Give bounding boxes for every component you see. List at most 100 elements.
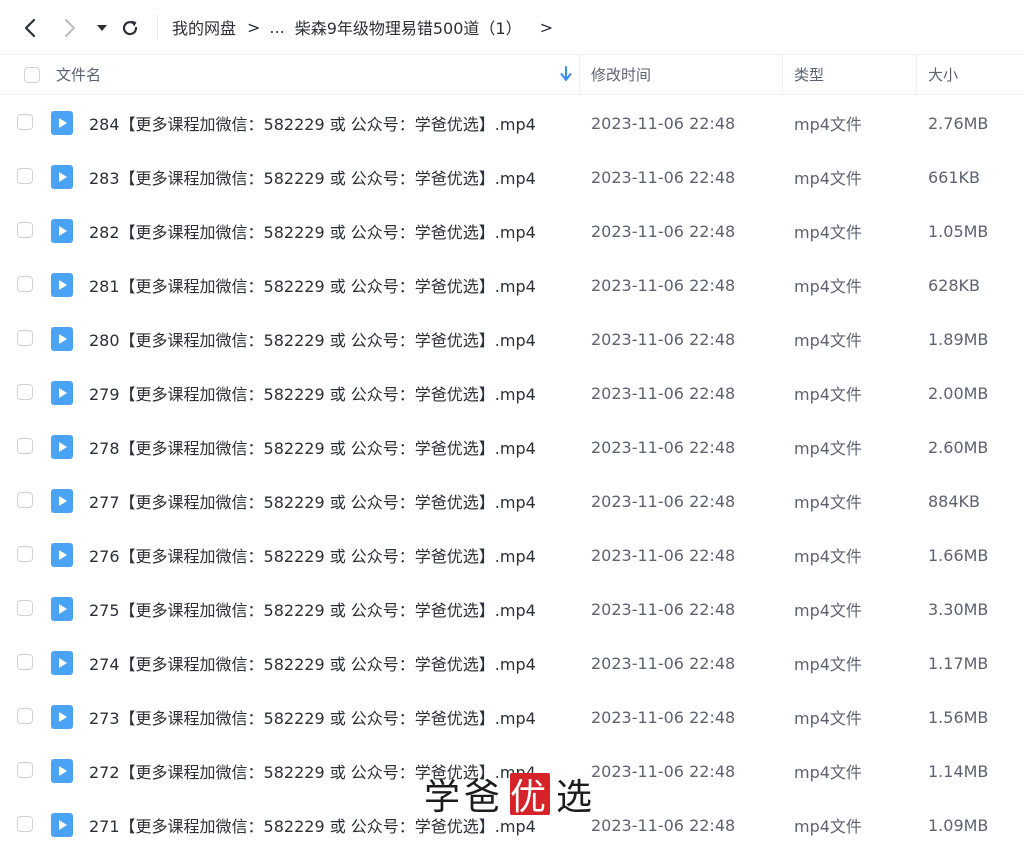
file-row[interactable]: 282【更多课程加微信：582229 或 公众号：学爸优选】.mp4 2023-…	[0, 204, 1024, 258]
file-modified-date: 2023-11-06 22:48	[591, 545, 736, 565]
file-name[interactable]: 278【更多课程加微信：582229 或 公众号：学爸优选】.mp4	[89, 420, 536, 474]
file-row[interactable]: 275【更多课程加微信：582229 或 公众号：学爸优选】.mp4 2023-…	[0, 582, 1024, 636]
file-name[interactable]: 282【更多课程加微信：582229 或 公众号：学爸优选】.mp4	[89, 204, 536, 258]
breadcrumb-separator: >	[247, 17, 261, 37]
file-size: 1.66MB	[928, 545, 989, 565]
file-size: 1.14MB	[928, 761, 989, 781]
file-name[interactable]: 275【更多课程加微信：582229 或 公众号：学爸优选】.mp4	[89, 582, 536, 636]
file-modified-date: 2023-11-06 22:48	[591, 815, 736, 835]
file-size: 628KB	[928, 275, 981, 295]
file-type: mp4文件	[794, 439, 862, 458]
file-row[interactable]: 278【更多课程加微信：582229 或 公众号：学爸优选】.mp4 2023-…	[0, 420, 1024, 474]
row-checkbox[interactable]	[17, 546, 33, 562]
video-file-icon	[51, 273, 73, 301]
row-checkbox[interactable]	[17, 384, 33, 400]
file-modified-date: 2023-11-06 22:48	[591, 707, 736, 727]
file-type: mp4文件	[794, 817, 862, 836]
row-checkbox[interactable]	[17, 654, 33, 670]
file-size: 2.76MB	[928, 113, 989, 133]
header-divider[interactable]	[782, 55, 783, 94]
video-file-icon	[51, 435, 73, 463]
header-name[interactable]: 文件名	[56, 55, 101, 94]
video-file-icon	[51, 111, 73, 139]
row-checkbox[interactable]	[17, 168, 33, 184]
file-name[interactable]: 271【更多课程加微信：582229 或 公众号：学爸优选】.mp4	[89, 798, 536, 852]
file-name[interactable]: 281【更多课程加微信：582229 或 公众号：学爸优选】.mp4	[89, 258, 536, 312]
file-name[interactable]: 277【更多课程加微信：582229 或 公众号：学爸优选】.mp4	[89, 474, 536, 528]
file-name[interactable]: 273【更多课程加微信：582229 或 公众号：学爸优选】.mp4	[89, 690, 536, 744]
file-list: 284【更多课程加微信：582229 或 公众号：学爸优选】.mp4 2023-…	[0, 96, 1024, 852]
file-row[interactable]: 281【更多课程加微信：582229 或 公众号：学爸优选】.mp4 2023-…	[0, 258, 1024, 312]
file-modified-date: 2023-11-06 22:48	[591, 167, 736, 187]
row-checkbox[interactable]	[17, 330, 33, 346]
file-name[interactable]: 283【更多课程加微信：582229 或 公众号：学爸优选】.mp4	[89, 150, 536, 204]
file-row[interactable]: 274【更多课程加微信：582229 或 公众号：学爸优选】.mp4 2023-…	[0, 636, 1024, 690]
file-modified-date: 2023-11-06 22:48	[591, 761, 736, 781]
file-name[interactable]: 279【更多课程加微信：582229 或 公众号：学爸优选】.mp4	[89, 366, 536, 420]
file-type: mp4文件	[794, 277, 862, 296]
file-type: mp4文件	[794, 547, 862, 566]
row-checkbox[interactable]	[17, 708, 33, 724]
breadcrumb-current[interactable]: 柴森9年级物理易错500道（1）	[295, 15, 522, 39]
file-modified-date: 2023-11-06 22:48	[591, 275, 736, 295]
history-dropdown-icon[interactable]	[92, 14, 112, 42]
file-modified-date: 2023-11-06 22:48	[591, 113, 736, 133]
file-type: mp4文件	[794, 385, 862, 404]
header-size[interactable]: 大小	[928, 55, 958, 94]
file-type: mp4文件	[794, 115, 862, 134]
file-modified-date: 2023-11-06 22:48	[591, 383, 736, 403]
breadcrumb-expand-icon[interactable]: >	[540, 18, 553, 37]
video-file-icon	[51, 705, 73, 733]
back-icon[interactable]	[16, 14, 44, 42]
file-row[interactable]: 271【更多课程加微信：582229 或 公众号：学爸优选】.mp4 2023-…	[0, 798, 1024, 852]
file-modified-date: 2023-11-06 22:48	[591, 221, 736, 241]
file-row[interactable]: 276【更多课程加微信：582229 或 公众号：学爸优选】.mp4 2023-…	[0, 528, 1024, 582]
file-row[interactable]: 283【更多课程加微信：582229 或 公众号：学爸优选】.mp4 2023-…	[0, 150, 1024, 204]
refresh-icon[interactable]	[116, 14, 144, 42]
file-modified-date: 2023-11-06 22:48	[591, 653, 736, 673]
video-file-icon	[51, 489, 73, 517]
header-divider[interactable]	[916, 55, 917, 94]
file-row[interactable]: 273【更多课程加微信：582229 或 公众号：学爸优选】.mp4 2023-…	[0, 690, 1024, 744]
toolbar: 我的网盘 > ... 柴森9年级物理易错500道（1） >	[0, 0, 1024, 54]
sort-down-icon[interactable]	[560, 66, 572, 86]
header-modified[interactable]: 修改时间	[591, 55, 651, 94]
file-row[interactable]: 280【更多课程加微信：582229 或 公众号：学爸优选】.mp4 2023-…	[0, 312, 1024, 366]
file-row[interactable]: 279【更多课程加微信：582229 或 公众号：学爸优选】.mp4 2023-…	[0, 366, 1024, 420]
checkbox[interactable]	[24, 66, 40, 83]
header-type[interactable]: 类型	[794, 55, 824, 94]
file-modified-date: 2023-11-06 22:48	[591, 329, 736, 349]
row-checkbox[interactable]	[17, 222, 33, 238]
file-size: 2.60MB	[928, 437, 989, 457]
file-row[interactable]: 277【更多课程加微信：582229 或 公众号：学爸优选】.mp4 2023-…	[0, 474, 1024, 528]
breadcrumb-root[interactable]: 我的网盘	[172, 15, 236, 39]
file-name[interactable]: 284【更多课程加微信：582229 或 公众号：学爸优选】.mp4	[89, 96, 536, 150]
row-checkbox[interactable]	[17, 816, 33, 832]
file-row[interactable]: 284【更多课程加微信：582229 或 公众号：学爸优选】.mp4 2023-…	[0, 96, 1024, 150]
video-file-icon	[51, 543, 73, 571]
select-all-checkbox[interactable]	[24, 55, 40, 94]
file-row[interactable]: 272【更多课程加微信：582229 或 公众号：学爸优选】.mp4 2023-…	[0, 744, 1024, 798]
row-checkbox[interactable]	[17, 114, 33, 130]
video-file-icon	[51, 759, 73, 787]
file-name[interactable]: 272【更多课程加微信：582229 或 公众号：学爸优选】.mp4	[89, 744, 536, 798]
row-checkbox[interactable]	[17, 276, 33, 292]
file-size: 1.56MB	[928, 707, 989, 727]
row-checkbox[interactable]	[17, 600, 33, 616]
file-type: mp4文件	[794, 709, 862, 728]
video-file-icon	[51, 381, 73, 409]
row-checkbox[interactable]	[17, 762, 33, 778]
breadcrumb-ellipsis[interactable]: ...	[269, 18, 284, 37]
header-divider[interactable]	[579, 55, 580, 94]
forward-icon[interactable]	[56, 14, 84, 42]
file-type: mp4文件	[794, 763, 862, 782]
video-file-icon	[51, 327, 73, 355]
video-file-icon	[51, 165, 73, 193]
file-name[interactable]: 274【更多课程加微信：582229 或 公众号：学爸优选】.mp4	[89, 636, 536, 690]
file-size: 661KB	[928, 167, 981, 187]
file-name[interactable]: 276【更多课程加微信：582229 或 公众号：学爸优选】.mp4	[89, 528, 536, 582]
row-checkbox[interactable]	[17, 492, 33, 508]
row-checkbox[interactable]	[17, 438, 33, 454]
file-modified-date: 2023-11-06 22:48	[591, 599, 736, 619]
file-name[interactable]: 280【更多课程加微信：582229 或 公众号：学爸优选】.mp4	[89, 312, 536, 366]
